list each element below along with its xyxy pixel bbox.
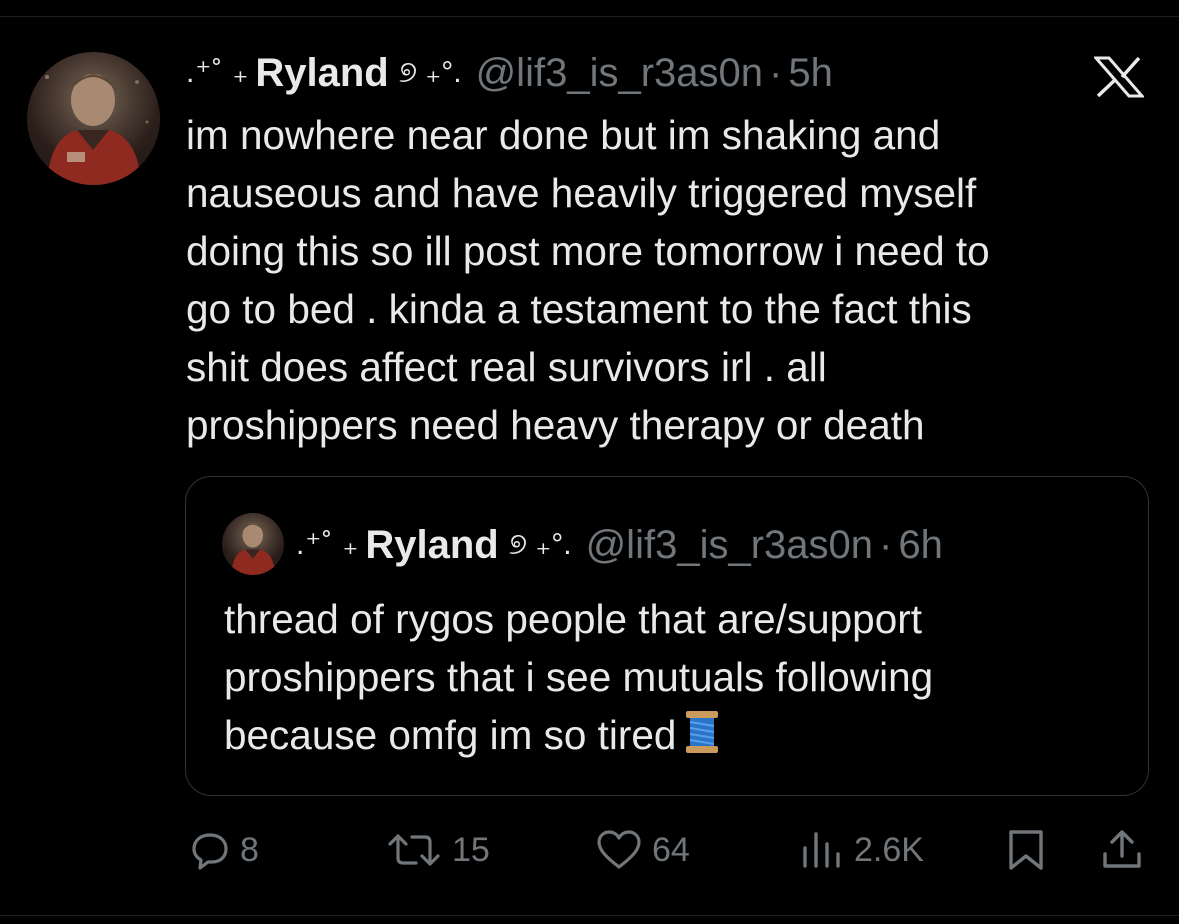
views-chart-icon (803, 832, 840, 868)
quoted-author-avatar (222, 513, 284, 575)
quoted-tweet-text-block: thread of rygos people that are/support … (224, 590, 1124, 770)
quoted-timestamp: 6h (898, 523, 943, 567)
timestamp[interactable]: 5h (788, 50, 833, 96)
spool-of-thread-icon (684, 709, 720, 770)
x-logo-icon (1092, 56, 1146, 98)
author-avatar[interactable] (27, 52, 160, 185)
bookmark-icon (1009, 830, 1043, 870)
repost-button[interactable]: 15 (386, 822, 490, 878)
reply-count: 8 (240, 830, 259, 869)
quoted-separator-dot: · (879, 523, 893, 567)
share-icon (1103, 830, 1141, 868)
quoted-tweet-header: .⁺˚ ₊ Ryland ୭ ₊°. @lif3_is_r3as0n · 6h (296, 522, 943, 568)
tweet-header: .⁺˚ ₊ Ryland ୭ ₊°. @lif3_is_r3as0n · 5h (186, 50, 833, 96)
share-button[interactable] (1100, 822, 1154, 878)
bottom-divider (0, 915, 1179, 916)
separator-dot: · (769, 51, 783, 95)
view-count: 2.6K (854, 830, 924, 869)
like-button[interactable]: 64 (596, 822, 690, 878)
quoted-tweet-text: thread of rygos people that are/support … (224, 596, 934, 758)
bookmark-button[interactable] (1006, 822, 1056, 878)
handle[interactable]: @lif3_is_r3as0n (476, 50, 763, 96)
quoted-display-name: Ryland (365, 523, 499, 567)
name-suffix-decoration: ୭ ₊°. (398, 56, 462, 89)
name-prefix-decoration: .⁺˚ ₊ (186, 56, 250, 89)
quoted-name-prefix-decoration: .⁺˚ ₊ (296, 528, 360, 561)
reply-button[interactable]: 8 (190, 822, 259, 878)
repost-icon (388, 834, 440, 866)
like-count: 64 (652, 830, 690, 869)
action-bar: 8 15 64 2.6K (0, 822, 1179, 878)
tweet-text: im nowhere near done but im shaking and … (186, 112, 990, 448)
repost-count: 15 (452, 830, 490, 869)
quoted-handle: @lif3_is_r3as0n (585, 523, 873, 567)
reply-icon (192, 833, 228, 870)
display-name[interactable]: Ryland (255, 50, 388, 96)
quoted-name-suffix-decoration: ୭ ₊°. (508, 528, 572, 561)
top-divider (0, 16, 1179, 17)
heart-icon (597, 830, 641, 869)
views-button[interactable]: 2.6K (800, 822, 924, 878)
